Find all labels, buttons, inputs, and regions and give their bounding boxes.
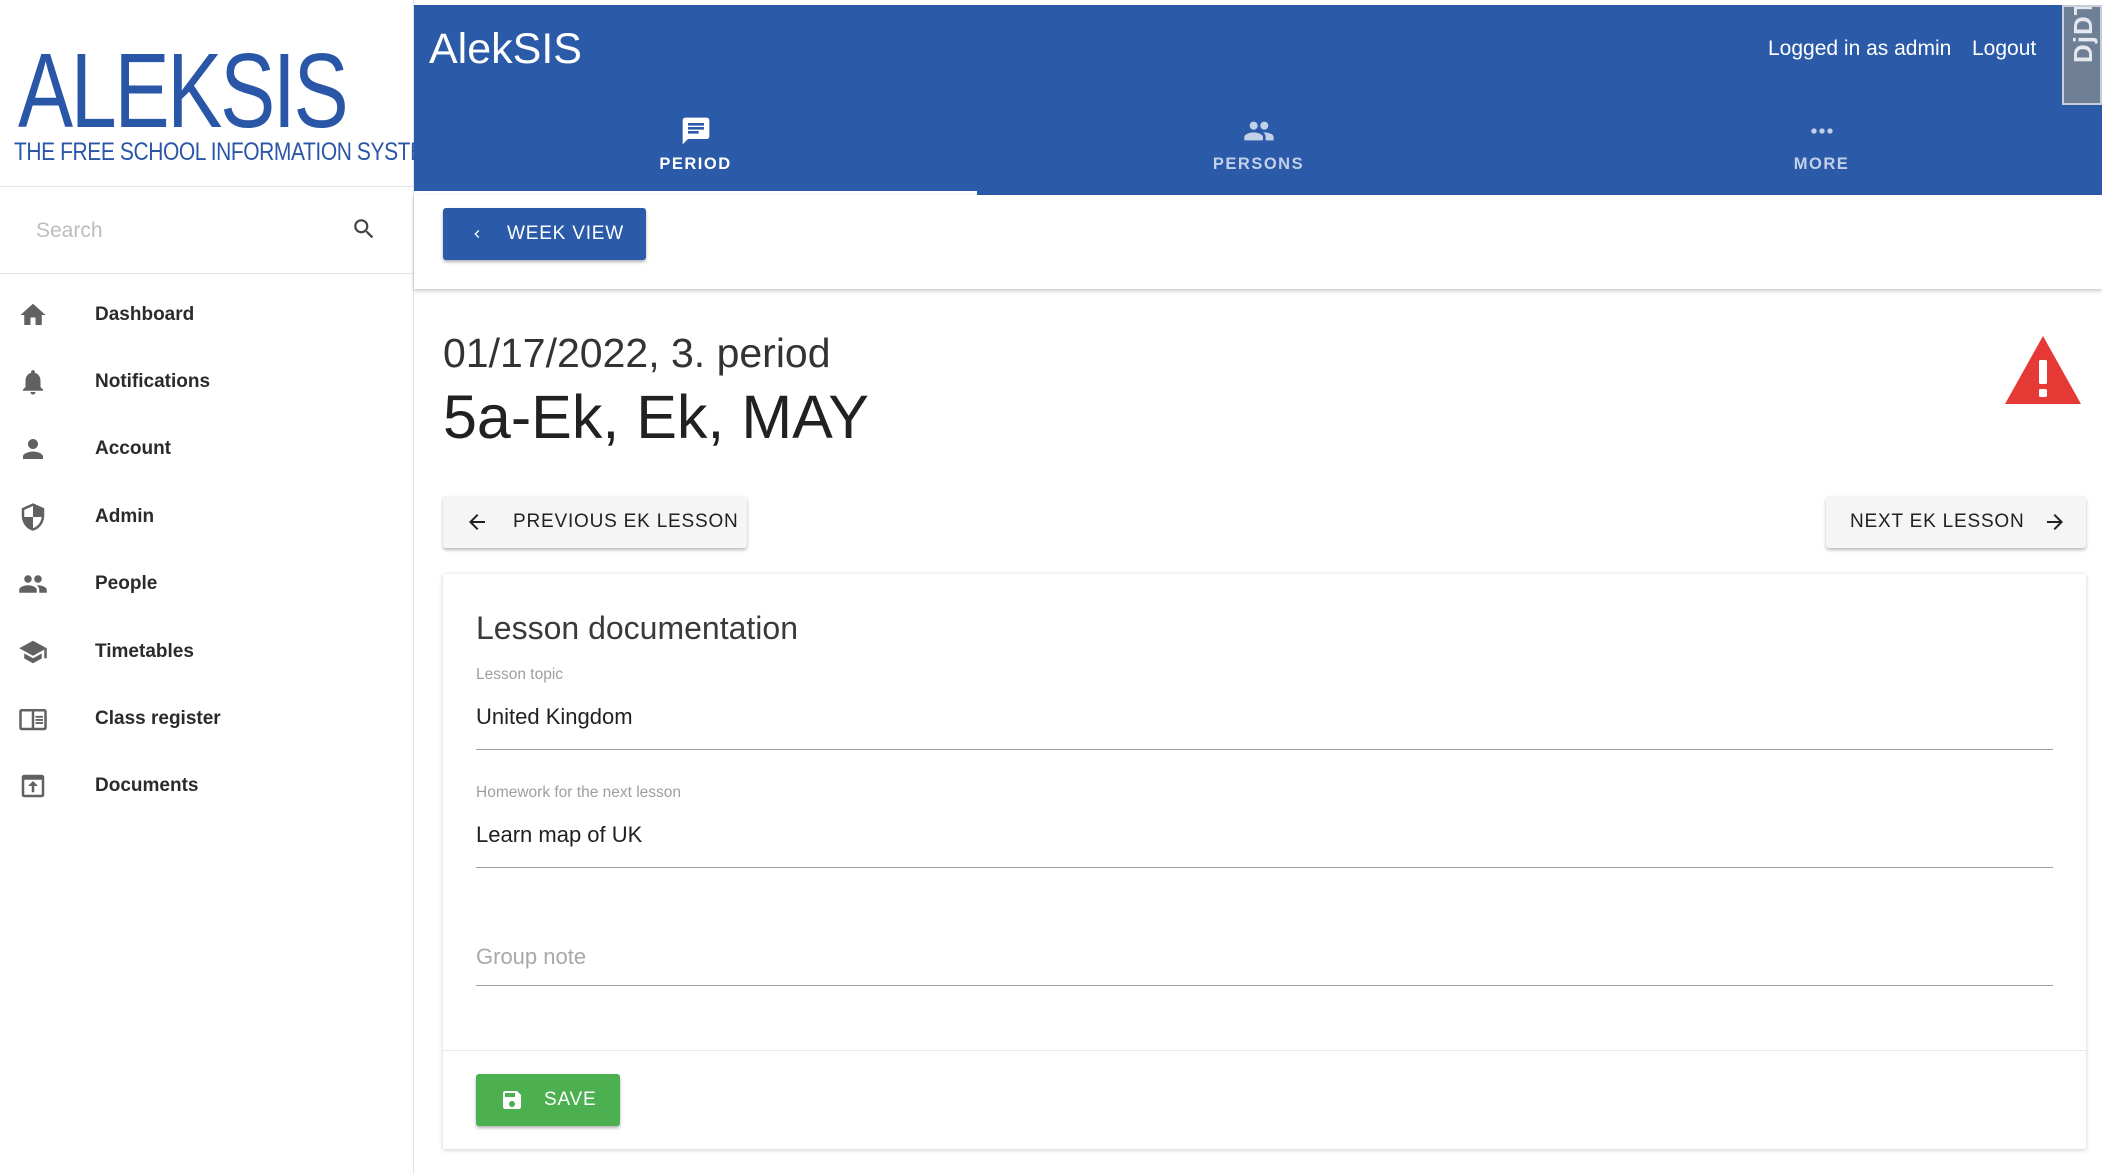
sidebar-item-label: Timetables xyxy=(95,640,194,662)
week-view-label: WEEK VIEW xyxy=(507,223,624,244)
sidebar-nav: Dashboard Notifications Account Admin Pe… xyxy=(0,281,413,820)
home-icon xyxy=(18,300,48,330)
warning-icon[interactable] xyxy=(2003,334,2083,406)
sidebar-item-label: Account xyxy=(95,438,171,460)
search-button[interactable] xyxy=(348,213,380,245)
message-icon xyxy=(682,117,709,145)
school-icon xyxy=(18,637,48,667)
search-input[interactable] xyxy=(36,213,336,249)
sidebar-item-label: Dashboard xyxy=(95,303,195,325)
lesson-documentation-card: Lesson documentation Lesson topic Homewo… xyxy=(443,574,2086,1149)
tab-label: PERSONS xyxy=(1212,155,1305,173)
search-bar xyxy=(0,186,413,274)
person-icon xyxy=(18,434,48,464)
sidebar-item-notifications[interactable]: Notifications xyxy=(0,348,413,415)
more-horiz-icon xyxy=(1810,128,1833,134)
save-button[interactable]: SAVE xyxy=(476,1074,620,1126)
lesson-title: 5a-Ek, Ek, MAY xyxy=(443,383,869,451)
tab-persons[interactable]: PERSONS xyxy=(977,105,1540,195)
tab-period[interactable]: PERIOD xyxy=(414,105,977,195)
week-view-button[interactable]: WEEK VIEW xyxy=(443,208,646,260)
debug-toolbar-toggle[interactable]: DjDT xyxy=(2062,5,2102,105)
sidebar-item-admin[interactable]: Admin xyxy=(0,483,413,550)
period-toolbar: WEEK VIEW xyxy=(414,195,2102,289)
sidebar-item-timetables[interactable]: Timetables xyxy=(0,618,413,685)
sidebar-item-label: Notifications xyxy=(95,371,211,393)
sidebar-item-label: People xyxy=(95,573,158,595)
people-icon xyxy=(18,569,48,599)
lesson-topic-label: Lesson topic xyxy=(476,666,564,683)
lesson-date-period: 01/17/2022, 3. period xyxy=(443,330,831,376)
app-title: AlekSIS xyxy=(429,25,582,73)
tab-bar: PERIOD PERSONS MORE xyxy=(414,105,2102,195)
sidebar-item-class-register[interactable]: Class register xyxy=(0,685,413,752)
class-register-icon xyxy=(18,704,48,734)
card-divider xyxy=(443,1050,2086,1051)
search-icon xyxy=(354,219,374,239)
save-label: SAVE xyxy=(544,1089,597,1110)
group-note-field xyxy=(476,904,2053,986)
sidebar-item-label: Class register xyxy=(95,708,221,730)
previous-lesson-button[interactable]: PREVIOUS EK LESSON xyxy=(443,496,747,548)
group-note-input[interactable] xyxy=(476,940,2053,974)
arrow-right-icon xyxy=(2046,514,2063,530)
sidebar: ALEKSIS THE FREE SCHOOL INFORMATION SYST… xyxy=(0,0,441,1174)
bell-icon xyxy=(18,367,48,397)
next-lesson-label: NEXT EK LESSON xyxy=(1850,511,2025,532)
sidebar-item-label: Documents xyxy=(95,775,199,797)
tab-label: MORE xyxy=(1793,155,1850,173)
debug-toolbar-label: DjDT xyxy=(2068,5,2098,63)
sidebar-item-documents[interactable]: Documents xyxy=(0,753,413,820)
aleksis-logo[interactable]: ALEKSIS THE FREE SCHOOL INFORMATION SYST… xyxy=(14,32,441,169)
lesson-topic-field: Lesson topic xyxy=(476,666,2053,750)
previous-lesson-label: PREVIOUS EK LESSON xyxy=(513,511,739,532)
next-lesson-button[interactable]: NEXT EK LESSON xyxy=(1826,496,2086,548)
top-app-bar: AlekSIS Logged in as admin Logout DjDT P… xyxy=(414,5,2102,195)
card-title: Lesson documentation xyxy=(476,610,798,646)
sidebar-item-label: Admin xyxy=(95,505,155,527)
lesson-topic-input[interactable] xyxy=(476,700,2053,734)
homework-input[interactable] xyxy=(476,818,2053,852)
people-icon xyxy=(1243,121,1274,141)
logged-in-user: Logged in as admin xyxy=(1768,37,1952,60)
logo-wordmark: ALEKSIS xyxy=(18,32,349,150)
tab-label: PERIOD xyxy=(659,155,732,173)
sidebar-item-account[interactable]: Account xyxy=(0,416,413,483)
homework-field: Homework for the next lesson xyxy=(476,784,2053,868)
logout-link[interactable]: Logout xyxy=(1972,37,2036,61)
sidebar-item-people[interactable]: People xyxy=(0,551,413,618)
save-icon xyxy=(503,1091,521,1109)
logo-tagline: THE FREE SCHOOL INFORMATION SYSTEM xyxy=(14,138,441,166)
documents-icon xyxy=(18,771,48,801)
shield-icon xyxy=(18,502,48,532)
arrow-left-icon xyxy=(469,514,485,530)
tab-more[interactable]: MORE xyxy=(1540,105,2102,195)
homework-label: Homework for the next lesson xyxy=(476,784,682,801)
chevron-left-icon xyxy=(474,230,480,238)
sidebar-item-dashboard[interactable]: Dashboard xyxy=(0,281,413,348)
